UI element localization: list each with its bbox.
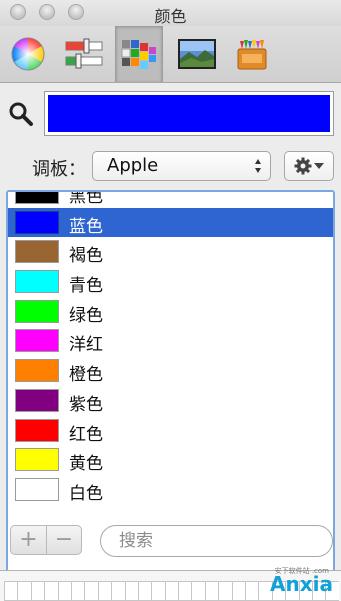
color-list-item[interactable]: 红色 (8, 415, 333, 446)
color-name: 黄色 (69, 454, 103, 475)
color-chip (15, 210, 59, 234)
palette-select[interactable]: Apple (92, 151, 271, 181)
color-name: 蓝色 (69, 216, 103, 237)
swatch-cell[interactable] (44, 581, 58, 601)
color-list-item[interactable]: 橙色 (8, 356, 333, 386)
color-chip (15, 240, 59, 264)
swatch-cell[interactable] (164, 581, 179, 601)
swatch-cell[interactable] (84, 581, 98, 601)
color-chip (15, 477, 59, 501)
color-chip (15, 388, 59, 412)
swatch-cell[interactable] (97, 581, 112, 601)
window-title: 颜色 (154, 7, 187, 26)
color-name: 红色 (69, 424, 103, 445)
color-sliders-tab[interactable] (60, 32, 108, 76)
color-chip (15, 448, 59, 472)
color-name: 褐色 (69, 246, 103, 267)
color-chip (15, 359, 59, 383)
color-list-item[interactable]: 洋红 (8, 326, 333, 357)
title-bar[interactable]: 颜色 (0, 0, 341, 26)
current-color-well[interactable] (44, 91, 334, 136)
watermark-subtext: 安下软件站 .com (274, 567, 329, 575)
swatch-cell[interactable] (204, 581, 219, 601)
swatch-cell[interactable] (111, 581, 125, 601)
color-name: 紫色 (69, 394, 103, 415)
color-chip (15, 329, 59, 353)
swatch-cell[interactable] (137, 581, 152, 601)
color-list-item[interactable]: 黄色 (8, 445, 333, 475)
swatch-cell[interactable] (57, 581, 71, 601)
pencils-icon (237, 40, 267, 70)
mode-toolbar (0, 26, 341, 83)
magnifier-icon[interactable] (8, 101, 34, 127)
up-down-arrows-icon (255, 159, 261, 173)
color-palettes-tab[interactable] (115, 26, 163, 82)
color-sliders-icon (65, 38, 103, 69)
swatch-cell[interactable] (30, 581, 45, 601)
color-chip (15, 192, 59, 204)
current-color-swatch (48, 95, 330, 132)
color-name: 洋红 (69, 335, 103, 356)
swatch-cell[interactable] (4, 581, 18, 601)
color-search-input[interactable]: 搜索 (100, 525, 333, 557)
color-list-item[interactable]: 黑色 (8, 190, 333, 208)
color-wheel-icon (11, 37, 45, 71)
palette-actions-button[interactable] (284, 151, 334, 181)
color-list-item[interactable]: 绿色 (8, 296, 333, 327)
color-name: 橙色 (69, 365, 103, 386)
color-chip (15, 270, 59, 294)
color-name: 绿色 (69, 305, 103, 326)
color-palettes-icon (121, 40, 156, 69)
chevron-down-icon (314, 163, 324, 169)
gear-icon (294, 157, 312, 175)
color-chip (15, 299, 59, 323)
pencils-tab[interactable] (228, 32, 276, 76)
color-list-item[interactable]: 褐色 (8, 237, 333, 268)
color-list-item[interactable]: 青色 (8, 267, 333, 297)
palette-select-value: Apple (107, 155, 159, 176)
remove-color-button[interactable]: − (46, 525, 82, 555)
image-palettes-icon (178, 39, 216, 69)
swatch-cell[interactable] (231, 581, 246, 601)
color-name: 黑色 (69, 190, 103, 207)
color-list-item[interactable]: 紫色 (8, 385, 333, 416)
color-wheel-tab[interactable] (4, 32, 52, 76)
color-name: 白色 (69, 483, 103, 504)
image-palettes-tab[interactable] (173, 32, 221, 76)
palette-label: 调板： (32, 159, 86, 180)
color-list-item[interactable]: 白色 (8, 474, 333, 505)
swatch-cell[interactable] (70, 581, 85, 601)
swatch-cell[interactable] (191, 581, 205, 601)
color-list-rows: 黑色蓝色褐色青色绿色洋红橙色紫色红色黄色白色 (8, 190, 333, 505)
color-chip (15, 418, 59, 442)
watermark-logo: Anxia 安下软件站 .com (270, 567, 333, 596)
colors-window: 颜色 调板： Apple 黑色 蓝色 褐色 青色 绿色 洋红 橙色 紫色 红色 … (0, 0, 341, 601)
swatch-cell[interactable] (124, 581, 138, 601)
swatch-cell[interactable] (245, 581, 259, 601)
swatch-cell[interactable] (218, 581, 232, 601)
swatch-cell[interactable] (178, 581, 192, 601)
swatch-cell[interactable] (17, 581, 31, 601)
add-color-button[interactable]: + (10, 525, 46, 555)
color-name: 青色 (69, 276, 103, 297)
palette-panel: 调板： Apple 黑色 蓝色 褐色 青色 绿色 洋红 橙色 紫色 红色 黄色 … (0, 83, 341, 601)
swatch-cell[interactable] (151, 581, 165, 601)
color-list-item[interactable]: 蓝色 (8, 207, 333, 238)
